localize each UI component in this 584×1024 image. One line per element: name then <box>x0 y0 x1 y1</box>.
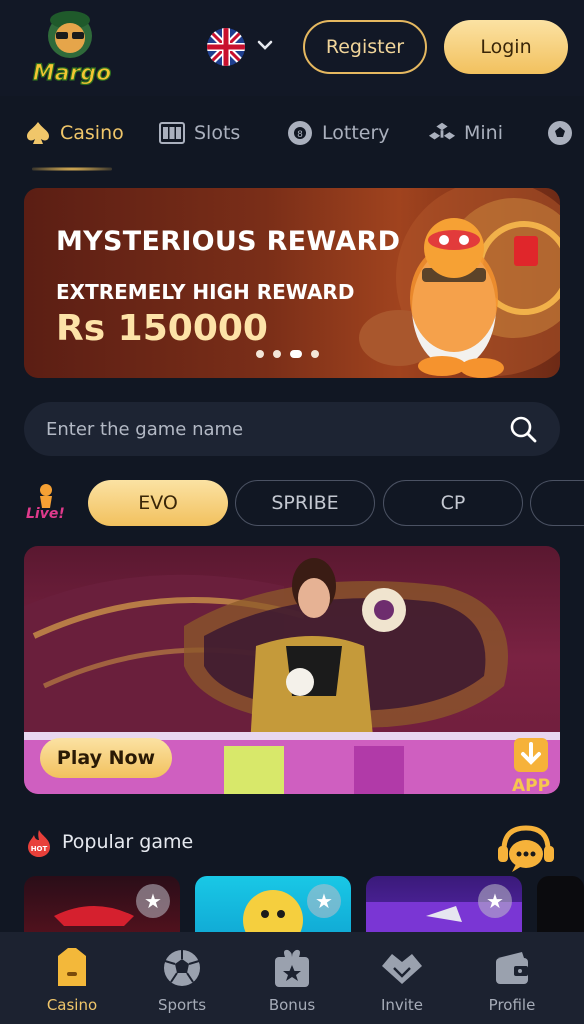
carousel-dot[interactable] <box>256 350 264 358</box>
mini-games-icon <box>428 119 456 147</box>
handshake-icon <box>380 946 424 990</box>
tab-mini[interactable]: Mini <box>428 116 503 150</box>
casino-icon <box>50 946 94 990</box>
favorite-star-icon[interactable]: ★ <box>307 884 341 918</box>
nav-sports[interactable]: Sports <box>142 946 222 1014</box>
gift-icon <box>270 946 314 990</box>
active-tab-indicator <box>32 167 112 171</box>
customer-support-icon[interactable] <box>494 824 558 876</box>
game-card[interactable]: ★ <box>366 876 522 940</box>
login-button[interactable]: Login <box>444 20 568 74</box>
search-icon[interactable] <box>508 414 538 444</box>
category-nav: Casino Slots 8 Lottery Mini <box>0 100 584 176</box>
nav-bonus-label: Bonus <box>268 996 316 1014</box>
top-header: Margo Register Login <box>0 0 584 96</box>
search-input[interactable] <box>46 402 486 456</box>
nav-invite-label: Invite <box>380 996 424 1014</box>
soccer-ball-icon <box>546 119 574 147</box>
hot-fire-icon: HOT <box>26 828 52 858</box>
play-now-button[interactable]: Play Now <box>40 738 172 778</box>
wallet-icon <box>490 946 534 990</box>
nav-profile[interactable]: Profile <box>472 946 552 1014</box>
margo-logo[interactable]: Margo <box>22 6 122 92</box>
svg-text:Margo: Margo <box>33 61 111 86</box>
game-card[interactable] <box>537 876 584 940</box>
carousel-dots <box>256 350 319 358</box>
tab-casino[interactable]: Casino <box>24 116 124 150</box>
tab-mini-label: Mini <box>464 122 503 144</box>
tiger-mascot-illustration <box>324 188 560 378</box>
promo-banner[interactable]: MYSTERIOUS REWARD EXTREMELY HIGH REWARD … <box>24 188 560 378</box>
carousel-dot-active[interactable] <box>290 350 302 358</box>
favorite-star-icon[interactable]: ★ <box>136 884 170 918</box>
provider-tab-more[interactable] <box>530 480 584 526</box>
svg-text:8: 8 <box>297 130 303 140</box>
live-game-banner[interactable]: Play Now APP <box>24 546 560 794</box>
tab-sports[interactable] <box>546 116 574 150</box>
tab-slots[interactable]: Slots <box>158 116 240 150</box>
nav-casino[interactable]: Casino <box>32 946 112 1014</box>
svg-text:Live!: Live! <box>26 506 65 522</box>
tab-casino-label: Casino <box>60 122 124 144</box>
carousel-dot[interactable] <box>311 350 319 358</box>
search-bar <box>24 402 560 456</box>
nav-invite[interactable]: Invite <box>362 946 442 1014</box>
tab-lottery-label: Lottery <box>322 122 390 144</box>
slot-machine-icon <box>158 119 186 147</box>
tab-slots-label: Slots <box>194 122 241 144</box>
nav-casino-label: Casino <box>46 996 98 1014</box>
game-card[interactable]: ★ <box>24 876 180 940</box>
chevron-down-icon[interactable] <box>256 36 274 54</box>
banner-title: MYSTERIOUS REWARD <box>56 226 401 257</box>
soccer-ball-icon <box>160 946 204 990</box>
popular-game-title: Popular game <box>62 831 194 853</box>
provider-tab-spribe[interactable]: SPRIBE <box>235 480 375 526</box>
tab-lottery[interactable]: 8 Lottery <box>286 116 390 150</box>
uk-flag-icon[interactable] <box>207 28 245 66</box>
favorite-star-icon[interactable]: ★ <box>478 884 512 918</box>
app-label: APP <box>511 776 551 794</box>
register-button[interactable]: Register <box>303 20 427 74</box>
carousel-dot[interactable] <box>273 350 281 358</box>
lottery-ball-icon: 8 <box>286 119 314 147</box>
provider-tab-cp[interactable]: CP <box>383 480 523 526</box>
provider-tab-evo[interactable]: EVO <box>88 480 228 526</box>
banner-subtitle: EXTREMELY HIGH REWARD <box>56 280 355 304</box>
nav-profile-label: Profile <box>488 996 536 1014</box>
banner-amount: Rs 150000 <box>56 308 268 349</box>
spade-icon <box>24 119 52 147</box>
nav-bonus[interactable]: Bonus <box>252 946 332 1014</box>
svg-text:HOT: HOT <box>31 845 48 853</box>
live-icon: Live! <box>22 482 66 522</box>
game-card[interactable]: ★ <box>195 876 351 940</box>
nav-sports-label: Sports <box>157 996 207 1014</box>
bottom-nav: Casino Sports Bonus Invite Profile <box>0 932 584 1024</box>
